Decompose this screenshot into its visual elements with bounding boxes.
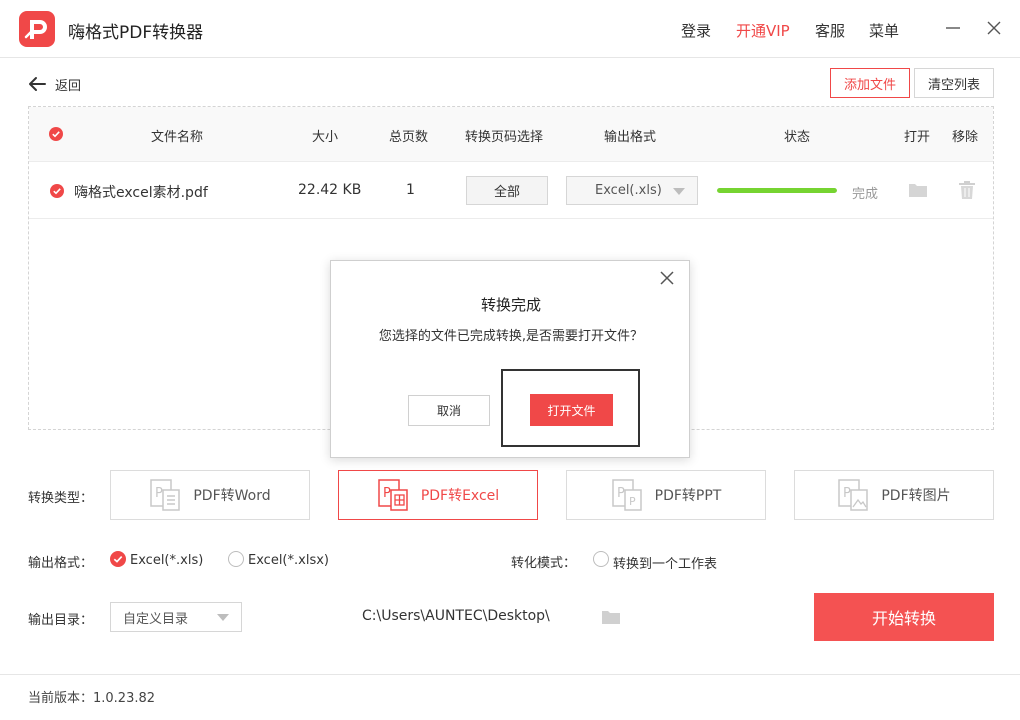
output-path: C:\Users\AUNTEC\Desktop\ (362, 608, 550, 624)
svg-text:P: P (629, 495, 636, 508)
footer-divider (0, 674, 1020, 675)
dialog-title: 转换完成 (480, 296, 541, 314)
page-range-button[interactable]: 全部 (466, 176, 548, 205)
col-header-range: 转换页码选择 (465, 130, 544, 145)
pdf-word-icon: P (150, 479, 181, 511)
select-all-checkbox[interactable] (49, 127, 63, 141)
pdf-image-icon: P (838, 479, 869, 511)
output-format-label: 输出格式： (28, 556, 94, 571)
type-pdf-to-image-label: PDF转图片 (881, 488, 951, 504)
convert-type-label: 转换类型： (28, 491, 94, 506)
dialog-close-icon[interactable] (658, 269, 676, 287)
progress-bar (717, 188, 837, 193)
app-logo-icon (19, 11, 55, 47)
minimize-icon[interactable] (943, 18, 963, 38)
chevron-down-icon (217, 614, 229, 621)
status-text: 完成 (852, 187, 879, 202)
output-dir-value: 自定义目录 (123, 611, 189, 627)
col-header-status: 状态 (784, 130, 811, 145)
clear-list-button[interactable]: 清空列表 (914, 68, 994, 98)
type-pdf-to-word-button[interactable]: P PDF转Word (110, 470, 310, 520)
col-header-name: 文件名称 (151, 130, 204, 145)
col-header-size: 大小 (312, 130, 339, 145)
format-xls-label[interactable]: Excel(*.xls) (130, 553, 203, 568)
svg-text:P: P (155, 486, 163, 501)
menu-link[interactable]: 菜单 (869, 20, 899, 41)
browse-folder-icon[interactable] (601, 609, 621, 629)
vip-link[interactable]: 开通VIP (736, 20, 790, 41)
format-xlsx-radio[interactable] (228, 551, 244, 567)
chevron-down-icon (673, 188, 685, 195)
add-file-button[interactable]: 添加文件 (830, 68, 910, 98)
format-xls-radio[interactable] (110, 551, 126, 567)
service-link[interactable]: 客服 (815, 20, 845, 41)
start-convert-button[interactable]: 开始转换 (814, 593, 994, 641)
pdf-ppt-icon: PP (611, 479, 642, 511)
arrow-left-icon (29, 77, 46, 91)
col-header-open: 打开 (904, 130, 931, 145)
output-dir-select[interactable]: 自定义目录 (110, 602, 242, 632)
app-title: 嗨格式PDF转换器 (68, 23, 204, 43)
type-pdf-to-image-button[interactable]: P PDF转图片 (794, 470, 994, 520)
login-link[interactable]: 登录 (681, 20, 711, 41)
one-sheet-radio[interactable] (593, 551, 609, 567)
output-format-select[interactable]: Excel(.xls) (566, 176, 698, 205)
trash-icon[interactable] (959, 181, 975, 203)
output-format-value: Excel(.xls) (595, 183, 662, 198)
pdf-excel-icon: P (378, 479, 408, 511)
type-pdf-to-ppt-label: PDF转PPT (654, 488, 722, 504)
col-header-pages: 总页数 (389, 130, 429, 145)
back-label: 返回 (55, 78, 82, 94)
file-pages: 1 (406, 182, 415, 198)
svg-text:P: P (843, 486, 851, 501)
folder-icon[interactable] (908, 182, 928, 202)
file-size: 22.42 KB (298, 182, 362, 198)
row-divider (29, 218, 993, 219)
one-sheet-label[interactable]: 转换到一个工作表 (613, 553, 717, 572)
row-checkbox[interactable] (50, 184, 64, 198)
conversion-complete-dialog: 转换完成 您选择的文件已完成转换,是否需要打开文件？ 取消 打开文件 (330, 260, 690, 458)
dialog-cancel-button[interactable]: 取消 (408, 395, 490, 426)
dialog-message: 您选择的文件已完成转换,是否需要打开文件？ (378, 329, 644, 344)
back-button[interactable]: 返回 (27, 73, 81, 95)
dialog-open-file-button[interactable]: 打开文件 (530, 394, 613, 426)
close-window-icon[interactable] (984, 18, 1004, 38)
output-dir-label: 输出目录： (28, 613, 94, 628)
svg-text:P: P (617, 486, 625, 501)
convert-mode-label: 转化模式： (511, 556, 577, 571)
type-pdf-to-word-label: PDF转Word (193, 488, 271, 504)
format-xlsx-label[interactable]: Excel(*.xlsx) (248, 553, 329, 568)
svg-text:P: P (383, 486, 391, 501)
type-pdf-to-excel-button[interactable]: P PDF转Excel (338, 470, 538, 520)
type-pdf-to-excel-label: PDF转Excel (420, 488, 500, 504)
version-text: 当前版本：1.0.23.82 (28, 691, 156, 706)
file-name: 嗨格式excel素材.pdf (74, 185, 208, 201)
col-header-remove: 移除 (952, 130, 979, 145)
progress-fill (717, 188, 837, 193)
type-pdf-to-ppt-button[interactable]: PP PDF转PPT (566, 470, 766, 520)
col-header-format: 输出格式 (604, 130, 657, 145)
